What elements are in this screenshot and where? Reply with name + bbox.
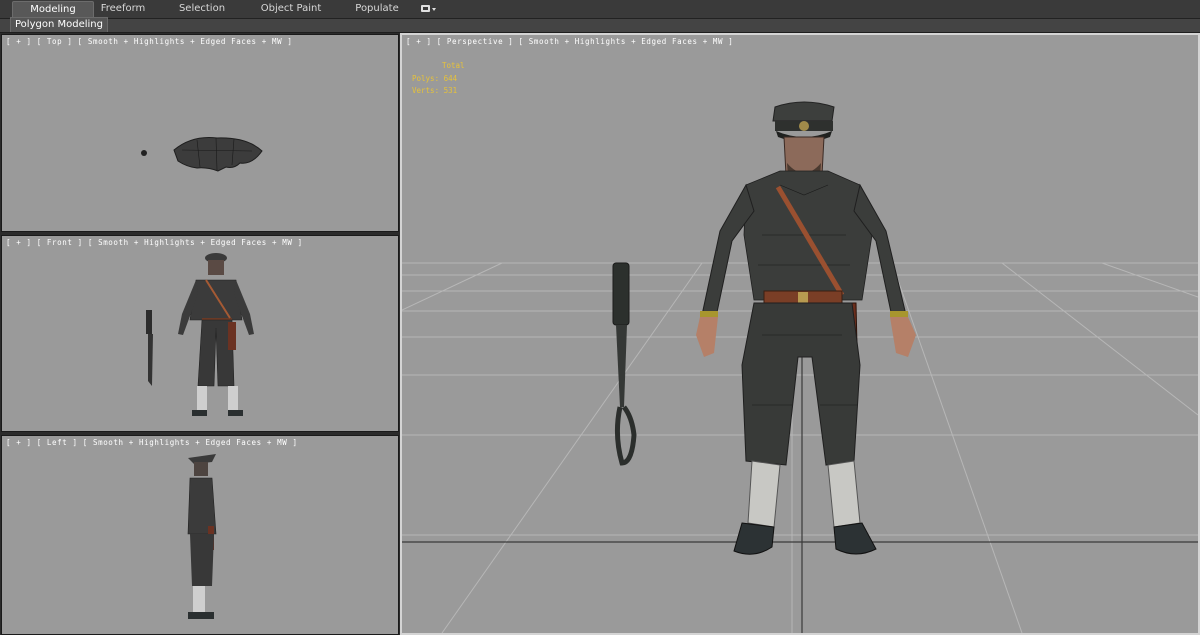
viewport-front[interactable]: [ + ] [ Front ] [ Smooth + Highlights + …	[1, 235, 399, 432]
viewport-perspective[interactable]: [ + ] [ Perspective ] [ Smooth + Highlig…	[400, 33, 1200, 635]
ribbon-options-icon[interactable]	[420, 3, 438, 15]
ribbon: Modeling Freeform Selection Object Paint…	[0, 0, 1200, 33]
viewport-left-scene	[187, 454, 217, 619]
tab-populate[interactable]: Populate	[350, 1, 404, 17]
ribbon-tab-bar: Modeling Freeform Selection Object Paint…	[0, 0, 1200, 19]
character-perspective	[696, 101, 916, 555]
viewport-top[interactable]: [ + ] [ Top ] [ Smooth + Highlights + Ed…	[1, 34, 399, 232]
viewport-top-scene	[141, 137, 263, 172]
character-top-view	[173, 137, 263, 172]
baton-perspective	[612, 262, 637, 466]
tab-freeform[interactable]: Freeform	[96, 1, 150, 17]
baton-front-view	[148, 334, 153, 386]
tab-object-paint[interactable]: Object Paint	[258, 1, 324, 17]
tab-modeling[interactable]: Modeling	[12, 1, 94, 18]
viewport-front-scene	[146, 253, 254, 416]
character-front-view	[178, 253, 254, 416]
panel-polygon-modeling[interactable]: Polygon Modeling	[10, 17, 108, 33]
character-side-view	[187, 454, 217, 619]
viewport-left[interactable]: [ + ] [ Left ] [ Smooth + Highlights + E…	[1, 435, 399, 635]
baton-top-view	[141, 150, 147, 156]
tab-selection[interactable]: Selection	[172, 1, 232, 17]
viewport-perspective-scene	[402, 101, 1198, 633]
